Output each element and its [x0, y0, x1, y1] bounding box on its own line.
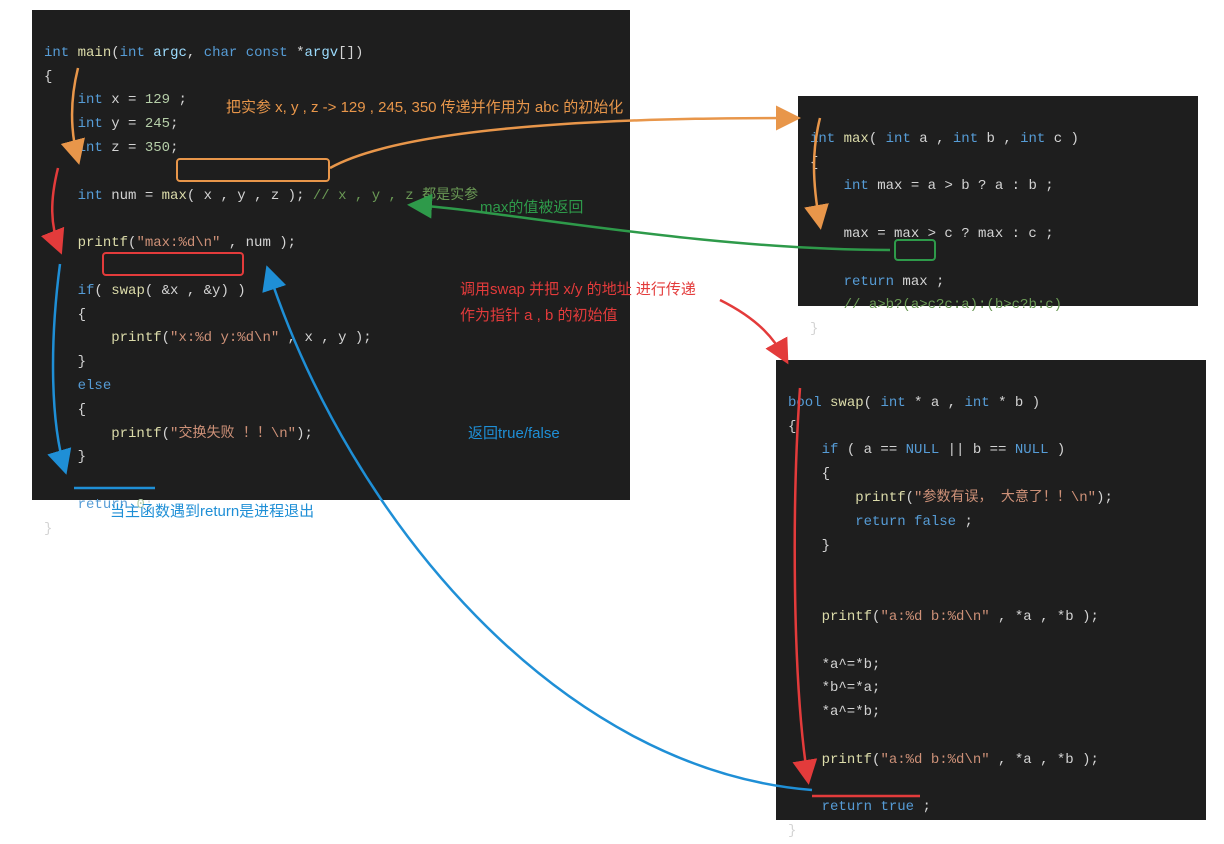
- max-code-block: int max( int a , int b , int c ) { int m…: [798, 96, 1198, 306]
- max-fn-name: max: [844, 131, 869, 147]
- max-ternary-comment: // a>b?(a>c?c:a):(b>c?b:c): [844, 297, 1062, 313]
- main-code-block: int main(int argc, char const *argv[]) {…: [32, 10, 630, 500]
- main-fn-name: main: [78, 45, 112, 61]
- swap-fn-name: swap: [830, 395, 864, 411]
- max-args-comment: // x , y , z 都是实参: [313, 188, 478, 204]
- arrow-swap-call-to-block: [720, 300, 786, 360]
- swap-code-block: bool swap( int * a , int * b ) { if ( a …: [776, 360, 1206, 820]
